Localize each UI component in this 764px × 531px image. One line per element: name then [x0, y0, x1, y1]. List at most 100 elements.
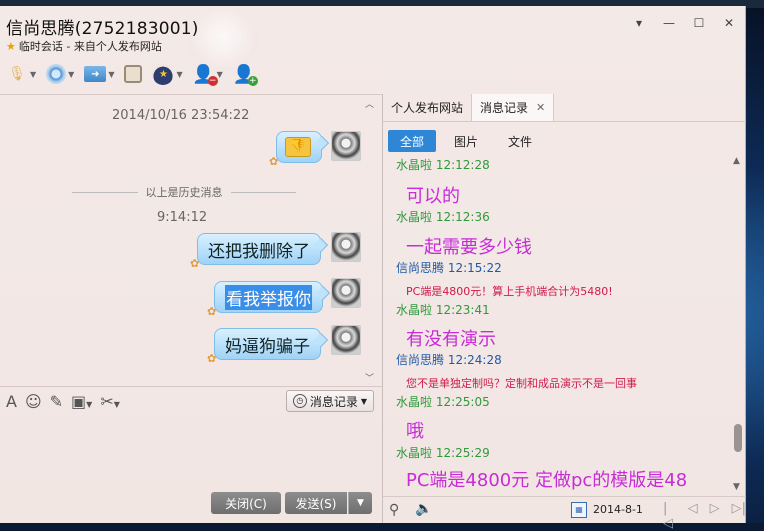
record-header: 水晶啦 12:12:36 — [396, 210, 490, 224]
tab-website[interactable]: 个人发布网站 — [383, 94, 471, 121]
record-header: 水晶啦 12:25:05 — [396, 395, 490, 409]
scroll-down-icon[interactable]: ▼ — [733, 482, 740, 492]
minimize-icon[interactable]: — — [661, 16, 677, 30]
bubble-decoration-icon: ✿ — [207, 305, 217, 318]
chevron-down-icon[interactable]: ▼ — [30, 70, 36, 79]
record-text: PC端是4800元！算上手机端合计为5480! — [406, 285, 613, 298]
speaker-icon[interactable]: 🔈 — [415, 501, 432, 517]
message-bubble[interactable]: 还把我删除了 ✿ — [190, 233, 329, 270]
star-icon: ★ — [6, 39, 16, 53]
filter-all[interactable]: 全部 — [388, 130, 437, 152]
scroll-up-icon[interactable]: ▲ — [733, 156, 740, 166]
send-options-icon[interactable]: ▼ — [348, 492, 372, 514]
record-text: 哦 — [406, 421, 424, 442]
image-icon[interactable]: ▣▼ — [71, 392, 92, 411]
remove-user-icon: 👤 − — [192, 63, 218, 86]
history-list[interactable]: 水晶啦 12:12:28 可以的 水晶啦 12:12:36 一起需要多少钱 信尚… — [388, 156, 730, 492]
collapse-down-icon[interactable]: ﹀ — [365, 371, 374, 384]
window-subtitle: ★ 临时会话 - 来自个人发布网站 — [6, 38, 162, 54]
chat-window: 信尚思腾(2752183001) ★ 临时会话 - 来自个人发布网站 ▾ — ☐… — [0, 6, 746, 531]
next-page-icon[interactable]: ▷ — [710, 501, 720, 531]
chat-timestamp: 9:14:12 — [157, 210, 208, 225]
message-text: 还把我删除了 — [208, 241, 310, 262]
tab-message-history[interactable]: 消息记录 ✕ — [471, 94, 555, 121]
prev-page-icon[interactable]: ◁ — [688, 501, 698, 531]
video-button[interactable]: ▼ — [44, 62, 76, 86]
record-header: 水晶啦 12:25:29 — [396, 446, 490, 460]
record-header: 水晶啦 12:12:28 — [396, 158, 490, 172]
message-bubble[interactable]: 看我举报你 ✿ — [207, 281, 331, 318]
maximize-icon[interactable]: ☐ — [691, 16, 707, 30]
filter-files[interactable]: 文件 — [496, 130, 544, 152]
message-bubble[interactable]: 👎 ✿ — [269, 131, 330, 168]
page-navigation: |◁ ◁ ▷ ▷| — [663, 501, 746, 531]
record-header: 水晶啦 12:23:41 — [396, 303, 490, 317]
close-icon[interactable]: ✕ — [721, 16, 737, 30]
history-date[interactable]: 2014-8-1 — [593, 503, 643, 516]
search-icon[interactable]: ⚲ — [389, 502, 399, 518]
right-panel-tabs: 个人发布网站 消息记录 ✕ — [383, 94, 746, 122]
last-page-icon[interactable]: ▷| — [732, 501, 746, 531]
collapse-up-icon[interactable]: ︿ — [365, 97, 374, 110]
record-text: 有没有演示 — [406, 329, 496, 350]
send-button[interactable]: 发送(S) — [285, 492, 347, 514]
chat-area[interactable]: ︿ 2014/10/16 23:54:22 👎 ✿ 以上是历史消息 9:14:1… — [0, 95, 382, 385]
report-button[interactable]: ★ ▼ — [150, 62, 184, 86]
record-text: 您不是单独定制吗？定制和成品演示不是一回事 — [406, 377, 637, 390]
close-icon[interactable]: ✕ — [536, 101, 545, 114]
tab-label: 消息记录 — [480, 101, 529, 115]
avatar[interactable] — [331, 131, 361, 161]
chevron-down-icon[interactable]: ▼ — [68, 70, 74, 79]
filter-images[interactable]: 图片 — [442, 130, 490, 152]
message-text: 看我举报你 — [225, 284, 312, 310]
close-button[interactable]: 关闭(C) — [211, 492, 281, 514]
remote-screen-button[interactable] — [122, 62, 144, 86]
add-user-icon: 👤 + — [232, 63, 258, 86]
voice-button[interactable]: 🎙 ▼ — [4, 62, 38, 86]
subtitle-text: 临时会话 - 来自个人发布网站 — [18, 40, 162, 53]
file-transfer-icon: ➜ — [84, 66, 107, 82]
file-transfer-button[interactable]: ➜ ▼ — [82, 62, 116, 86]
message-history-button[interactable]: ◷ 消息记录 ▼ — [285, 390, 374, 412]
scissors-icon[interactable]: ✂▼ — [100, 392, 120, 411]
avatar[interactable] — [331, 232, 361, 262]
chat-toolbar: 🎙 ▼ ▼ ➜ ▼ ★ ▼ 👤 − ▼ 👤 + — [4, 61, 258, 87]
calendar-icon[interactable]: ▦ — [571, 502, 587, 518]
screen-icon — [124, 65, 143, 83]
first-page-icon[interactable]: |◁ — [663, 501, 676, 531]
chevron-down-icon: ▼ — [360, 396, 367, 406]
thumbs-down-icon: 👎 — [285, 137, 311, 157]
chevron-down-icon[interactable]: ▼ — [176, 70, 182, 79]
input-tools: A ☺ ✎ ▣▼ ✂▼ — [6, 392, 120, 411]
chat-timestamp: 2014/10/16 23:54:22 — [112, 108, 250, 123]
chevron-down-icon[interactable]: ▼ — [217, 70, 223, 79]
record-text: PC端是4800元 定做pc的模版是48 — [406, 470, 688, 491]
chevron-down-icon[interactable]: ▼ — [108, 70, 114, 79]
record-header: 信尚思腾 12:24:28 — [396, 353, 502, 367]
mic-icon: 🎙 — [8, 66, 26, 82]
skin-icon[interactable]: ▾ — [631, 16, 647, 30]
history-button-label: 消息记录 — [309, 394, 358, 409]
police-icon: ★ — [152, 63, 175, 85]
avatar[interactable] — [331, 278, 361, 308]
bubble-decoration-icon: ✿ — [190, 257, 200, 270]
add-user-button[interactable]: 👤 + — [231, 62, 258, 86]
history-bottom-bar: ⚲ 🔈 ▦ 2014-8-1 |◁ ◁ ▷ ▷| — [383, 496, 746, 531]
remove-user-button[interactable]: 👤 − ▼ — [191, 62, 225, 86]
record-text: 可以的 — [406, 186, 460, 207]
bubble-decoration-icon: ✿ — [207, 352, 217, 365]
tab-label: 个人发布网站 — [391, 101, 464, 115]
window-title: 信尚思腾(2752183001) — [6, 19, 199, 39]
emoji-icon[interactable]: ☺ — [25, 392, 42, 411]
edit-icon[interactable]: ✎ — [50, 392, 63, 411]
font-icon[interactable]: A — [6, 392, 17, 411]
input-toolbar: A ☺ ✎ ▣▼ ✂▼ ◷ 消息记录 ▼ — [0, 386, 382, 416]
message-text: 妈逼狗骗子 — [225, 336, 310, 357]
message-bubble[interactable]: 妈逼狗骗子 ✿ — [207, 328, 329, 365]
avatar[interactable] — [331, 325, 361, 355]
scrollbar-thumb[interactable] — [734, 424, 742, 452]
history-divider: 以上是历史消息 — [72, 184, 296, 200]
clock-icon: ◷ — [292, 394, 307, 408]
history-filters: 全部 图片 文件 — [388, 130, 544, 152]
bubble-decoration-icon: ✿ — [269, 155, 279, 168]
